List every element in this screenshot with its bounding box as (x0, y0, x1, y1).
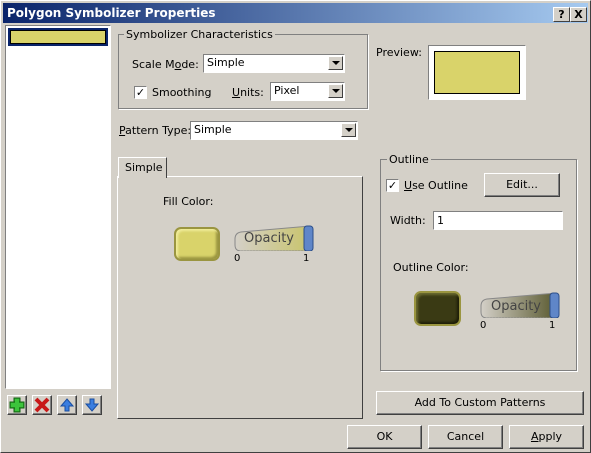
add-icon (9, 397, 25, 413)
move-down-button[interactable] (82, 395, 102, 415)
tab-panel (117, 176, 363, 419)
outline-color-label: Outline Color: (393, 261, 469, 274)
outline-color-swatch[interactable] (414, 291, 461, 326)
outline-opacity-max: 1 (549, 320, 556, 331)
move-up-button[interactable] (57, 395, 77, 415)
chevron-down-icon[interactable] (328, 56, 343, 70)
tab-simple[interactable]: Simple (118, 157, 167, 178)
units-select[interactable]: Pixel (270, 82, 345, 101)
remove-icon (34, 397, 50, 413)
window-title: Polygon Symbolizer Properties (7, 6, 216, 20)
preview-label: Preview: (376, 46, 422, 59)
pattern-swatch (10, 30, 106, 44)
fill-color-swatch[interactable] (174, 227, 220, 261)
fill-color-label: Fill Color: (163, 195, 214, 208)
pattern-list-item[interactable] (8, 28, 108, 46)
symbolizer-legend: Symbolizer Characteristics (124, 28, 275, 41)
cancel-button[interactable]: Cancel (428, 425, 503, 449)
apply-button[interactable]: Apply (509, 425, 584, 449)
title-bar[interactable]: Polygon Symbolizer Properties ? X (3, 3, 588, 23)
chevron-down-icon[interactable] (341, 123, 356, 137)
remove-pattern-button[interactable] (32, 395, 52, 415)
outline-legend: Outline (387, 153, 431, 166)
ok-button[interactable]: OK (347, 425, 422, 449)
preview-fill (434, 51, 520, 94)
fill-opacity-slider[interactable]: Opacity (232, 225, 314, 252)
preview-box (428, 45, 526, 100)
smoothing-label: Smoothing (152, 86, 212, 99)
use-outline-checkbox[interactable]: ✓ (386, 179, 399, 192)
close-button[interactable]: X (570, 7, 587, 22)
outline-opacity-min: 0 (480, 320, 487, 331)
fill-opacity-min: 0 (234, 253, 241, 264)
pattern-type-select[interactable]: Simple (190, 121, 358, 140)
width-input[interactable]: 1 (433, 211, 563, 230)
move-down-icon (84, 398, 100, 412)
edit-outline-button[interactable]: Edit... (484, 173, 560, 197)
dialog-window: Polygon Symbolizer Properties ? X Symbol… (0, 0, 591, 453)
fill-opacity-label: Opacity (244, 231, 295, 246)
outline-opacity-label: Opacity (491, 299, 542, 314)
move-up-icon (59, 398, 75, 412)
width-label: Width: (390, 214, 426, 227)
scale-mode-label: Scale Mode: (132, 58, 199, 71)
smoothing-checkbox[interactable]: ✓ (134, 86, 147, 99)
pattern-list[interactable] (5, 25, 111, 389)
use-outline-label: Use Outline (404, 179, 468, 192)
units-label: Units: (232, 86, 264, 99)
help-button[interactable]: ? (553, 7, 570, 22)
pattern-type-label: Pattern Type: (119, 124, 192, 137)
scale-mode-select[interactable]: Simple (203, 54, 345, 73)
fill-opacity-max: 1 (303, 253, 310, 264)
add-to-custom-patterns-button[interactable]: Add To Custom Patterns (376, 391, 584, 415)
add-pattern-button[interactable] (7, 395, 27, 415)
outline-opacity-slider[interactable]: Opacity (478, 292, 560, 319)
chevron-down-icon[interactable] (328, 84, 343, 98)
